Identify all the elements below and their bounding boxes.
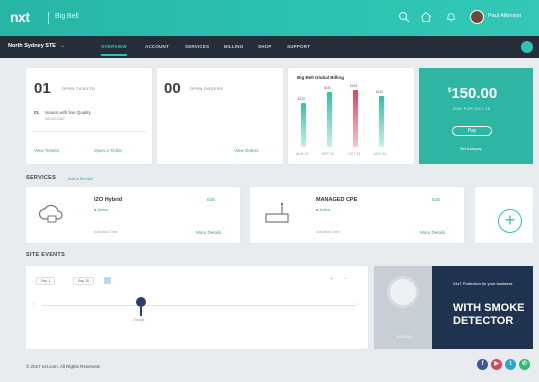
open-ticket-link[interactable]: Open a Ticket xyxy=(94,148,122,153)
whatsapp-icon[interactable]: ✆ xyxy=(519,359,530,370)
bill-amount: $150.00 xyxy=(448,85,497,102)
router-icon xyxy=(265,202,289,223)
promo-tagline: 24x7 Protection for your business xyxy=(453,281,513,286)
orders-count: 00 xyxy=(164,80,181,97)
zoom-in-icon[interactable]: + xyxy=(330,276,333,282)
smoke-detector-image xyxy=(387,276,419,308)
main-nav: North Sydney STE ⌄ OVERVIEW ACCOUNT SERV… xyxy=(0,36,539,58)
nav-item-services[interactable]: SERVICES xyxy=(185,44,209,49)
service-status: ● Active xyxy=(94,207,109,212)
tickets-label: OPEN TICKETS xyxy=(62,86,95,91)
chart-bar[interactable] xyxy=(327,92,332,147)
site-events-title: SITE EVENTS xyxy=(26,252,66,258)
brand-divider xyxy=(48,12,49,24)
twitter-icon[interactable]: t xyxy=(505,359,516,370)
footer-copyright: © 2017 nxt.com. All Rights Reserved. xyxy=(26,364,101,369)
date-from-filter[interactable]: Sep 1 xyxy=(36,277,56,285)
bill-amount-value: 150.00 xyxy=(451,85,498,102)
ticket-item-id: INC0012467 xyxy=(45,117,65,121)
chart-bar-value: $120 xyxy=(298,97,306,102)
ticket-item-number: 01 xyxy=(34,110,40,115)
service-name: MANAGED CPE xyxy=(316,197,358,203)
chart-x-label: OCT 16 xyxy=(348,152,361,156)
bell-icon[interactable] xyxy=(445,11,457,23)
event-label: Outage xyxy=(133,318,145,322)
zoom-out-icon[interactable]: − xyxy=(344,276,347,282)
chart-bar[interactable] xyxy=(379,95,384,147)
chart-bar-value: $150 xyxy=(324,86,332,91)
service-edit-link[interactable]: Edit xyxy=(207,197,215,202)
service-edit-link[interactable]: Edit xyxy=(432,197,440,202)
brand-logo[interactable]: nxt xyxy=(10,9,30,25)
chart-x-label: AUG 16 xyxy=(296,152,309,156)
nav-item-billing[interactable]: BILLING xyxy=(224,44,243,49)
avatar[interactable] xyxy=(470,10,484,24)
plus-icon[interactable]: + xyxy=(498,209,522,233)
chevron-left-icon[interactable]: ‹ xyxy=(33,301,35,308)
service-more-details-link[interactable]: More Details xyxy=(196,230,221,235)
service-status-text: Active xyxy=(319,207,331,212)
date-to-filter[interactable]: Sep 30 xyxy=(73,277,95,285)
top-bar: nxt Big Bell Paul Atkinson xyxy=(0,0,539,36)
event-marker[interactable] xyxy=(136,297,146,307)
home-icon[interactable] xyxy=(420,11,432,23)
service-status: ● Active xyxy=(316,207,331,212)
chevron-down-icon[interactable]: ⌄ xyxy=(60,42,65,49)
chart-bar-value: $140 xyxy=(376,89,384,94)
chart-bar[interactable] xyxy=(353,90,358,147)
nav-item-account[interactable]: ACCOUNT xyxy=(145,44,169,49)
service-more-details-link[interactable]: More Details xyxy=(420,230,445,235)
chart-bar[interactable] xyxy=(301,103,306,147)
nav-item-shop[interactable]: SHOP xyxy=(258,44,272,49)
view-orders-link[interactable]: View Orders xyxy=(234,148,259,153)
service-name: IZO Hybrid xyxy=(94,197,123,203)
view-tickets-link[interactable]: View Tickets xyxy=(34,148,59,153)
chart-x-label: NOV 16 xyxy=(374,152,387,156)
calendar-icon[interactable] xyxy=(104,277,111,284)
chart-x-label: SEP 16 xyxy=(322,152,334,156)
search-icon[interactable] xyxy=(398,11,410,23)
chart-title[interactable]: Big Bell Global Billing xyxy=(297,75,344,80)
service-status-text: Active xyxy=(97,207,109,212)
tickets-count: 01 xyxy=(34,80,51,97)
chevron-right-icon[interactable]: › xyxy=(356,301,358,308)
add-service-link[interactable]: Add a Service xyxy=(68,176,93,181)
divider xyxy=(32,131,146,132)
service-activation-date: Activation Date xyxy=(316,230,340,234)
bill-due-date: DUE FOR OCT 16 xyxy=(453,106,491,111)
promo-price: $125.00 xyxy=(397,334,412,339)
chart-bar-value: $155 xyxy=(350,84,358,89)
event-timeline xyxy=(42,305,356,306)
billing-chart-card xyxy=(288,68,414,164)
orders-label: OPEN ORDERS xyxy=(190,86,223,91)
brand-subtitle: Big Bell xyxy=(55,13,79,20)
cloud-icon xyxy=(38,204,63,223)
user-name[interactable]: Paul Atkinson xyxy=(488,13,521,19)
chat-button[interactable] xyxy=(521,41,533,53)
set-autopay-link[interactable]: Set Autopay xyxy=(460,146,482,151)
youtube-icon[interactable]: ▶ xyxy=(491,359,502,370)
promo-headline: WITH SMOKE DETECTOR xyxy=(453,302,525,327)
facebook-icon[interactable]: f xyxy=(477,359,488,370)
ticket-item-title[interactable]: Issues with line Quality xyxy=(45,110,91,115)
nav-item-support[interactable]: SUPPORT xyxy=(287,44,310,49)
service-activation-date: Activation Date xyxy=(94,230,118,234)
location-selector[interactable]: North Sydney STE xyxy=(8,43,56,49)
services-title: SERVICES xyxy=(26,175,57,181)
event-marker-stem xyxy=(140,307,142,316)
pay-button[interactable]: Pay xyxy=(452,126,492,136)
nav-item-overview[interactable]: OVERVIEW xyxy=(101,44,127,56)
